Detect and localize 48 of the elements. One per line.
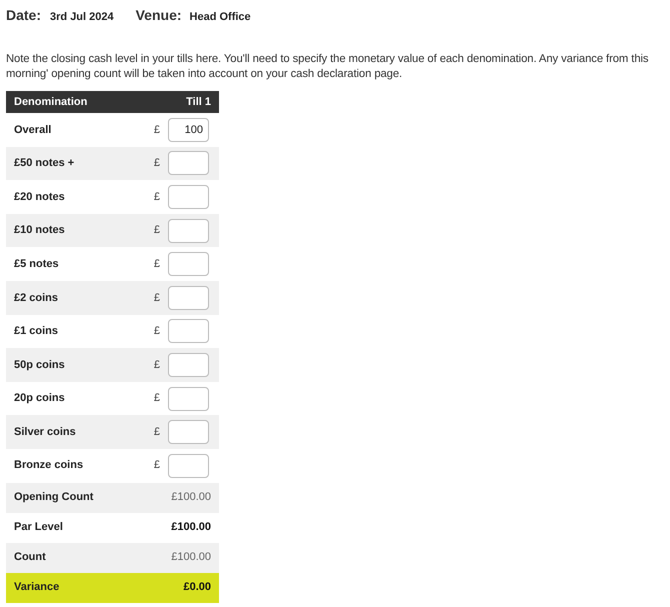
amount-field[interactable]: 100 xyxy=(168,118,209,142)
row-label: Count xyxy=(14,550,46,566)
currency-symbol: £ xyxy=(154,122,160,138)
amount-field[interactable] xyxy=(168,420,209,444)
column-header: Till 1 xyxy=(186,94,211,110)
currency-symbol: £ xyxy=(154,391,160,406)
date-value: 3rd Jul 2024 xyxy=(50,10,114,25)
date-label: Date: xyxy=(6,6,42,25)
amount-field[interactable] xyxy=(168,218,209,243)
row-label: £50 notes + xyxy=(14,156,74,172)
currency-symbol: £ xyxy=(154,324,160,340)
row-label: Par Level xyxy=(14,520,63,536)
currency-symbol: £ xyxy=(154,190,160,205)
row-label: £5 notes xyxy=(14,256,59,272)
currency-symbol: £ xyxy=(154,458,160,474)
total-value: £100.00 xyxy=(171,550,211,566)
row-label: 50p coins xyxy=(14,358,65,373)
row-label: £10 notes xyxy=(14,223,65,238)
currency-symbol: £ xyxy=(154,424,160,440)
row-label: Bronze coins xyxy=(14,458,84,474)
row-label: £20 notes xyxy=(14,190,65,205)
amount-field[interactable] xyxy=(168,319,209,344)
amount-field[interactable] xyxy=(168,252,209,276)
amount-field[interactable] xyxy=(168,184,209,209)
column-header: Denomination xyxy=(14,94,88,110)
currency-symbol: £ xyxy=(154,358,160,373)
amount-field[interactable] xyxy=(168,454,209,478)
row-label: Silver coins xyxy=(14,424,76,440)
amount-field[interactable] xyxy=(168,151,209,176)
row-label: 20p coins xyxy=(14,391,65,406)
venue-label: Venue: xyxy=(136,6,182,25)
total-value: £100.00 xyxy=(171,520,211,536)
total-value: £0.00 xyxy=(183,580,211,596)
row-label: £2 coins xyxy=(14,290,58,306)
row-label: Variance xyxy=(14,580,60,596)
currency-symbol: £ xyxy=(154,156,160,172)
amount-field[interactable] xyxy=(168,386,209,411)
amount-field[interactable] xyxy=(168,352,209,377)
row-label: Opening Count xyxy=(14,490,94,506)
row-label: Overall xyxy=(14,122,52,138)
currency-symbol: £ xyxy=(154,256,160,272)
row-label: £1 coins xyxy=(14,324,58,340)
venue-value: Head Office xyxy=(190,10,251,25)
total-value: £100.00 xyxy=(171,490,211,506)
instructions-text: Note the closing cash level in your tills here. You'll need to specify the monetary value of each denomination. Any variance from this morning' opening count will be taken into account on your cash declaration page. xyxy=(6,52,650,82)
currency-symbol: £ xyxy=(154,223,160,238)
amount-field[interactable] xyxy=(168,286,209,310)
currency-symbol: £ xyxy=(154,290,160,306)
